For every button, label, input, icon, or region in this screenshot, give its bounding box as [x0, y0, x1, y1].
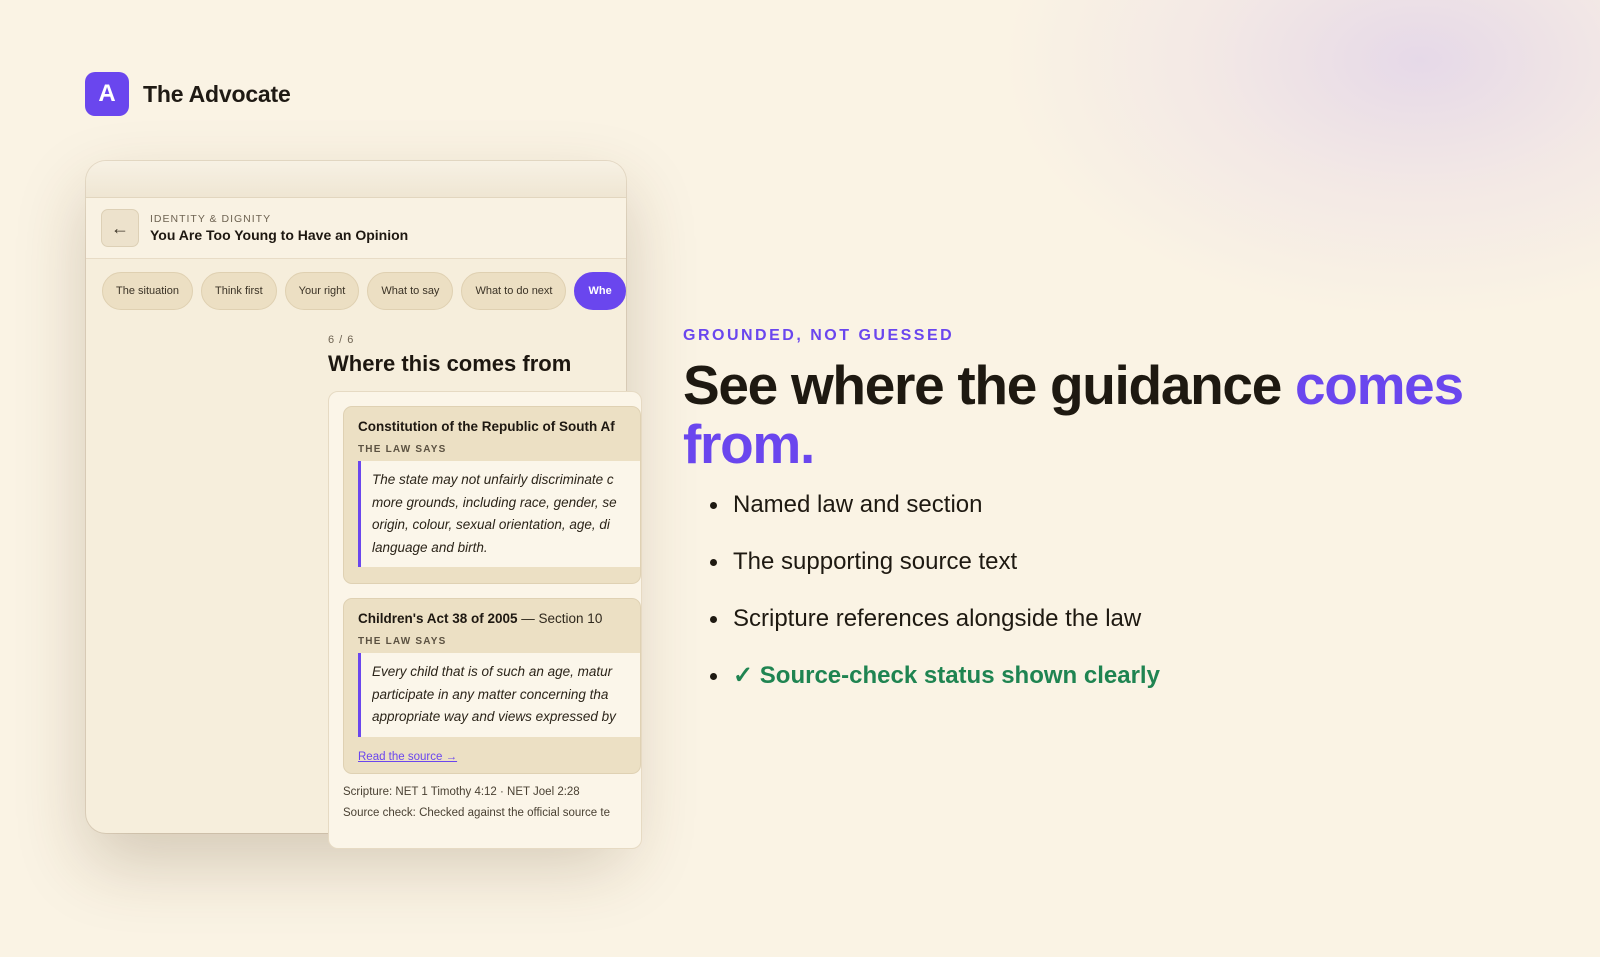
header-text: IDENTITY & DIGNITY You Are Too Young to …: [150, 213, 408, 243]
category-label: IDENTITY & DIGNITY: [150, 213, 272, 225]
feature-list: Named law and section The supporting sou…: [683, 490, 1160, 718]
app-window-bar: [86, 161, 626, 198]
step-indicator: 6 / 6: [328, 334, 355, 346]
law-quote: The state may not unfairly discriminate …: [358, 461, 640, 567]
headline-main: See where the guidance: [683, 354, 1295, 416]
source-card: Children's Act 38 of 2005 — Section 10 T…: [343, 598, 641, 774]
feature-item: The supporting source text: [683, 547, 1160, 604]
law-says-label: THE LAW SAYS: [358, 444, 447, 455]
source-card: Constitution of the Republic of South Af…: [343, 406, 641, 584]
tab-where-this-comes-from[interactable]: Whe: [574, 272, 626, 310]
sources-section: 6 / 6 Where this comes from Constitution…: [328, 334, 648, 849]
feature-item: Named law and section: [683, 490, 1160, 547]
feature-item-source-check: ✓ Source-check status shown clearly: [683, 661, 1160, 718]
source-check-status: Source check: Checked against the offici…: [343, 806, 610, 819]
app-header: ← IDENTITY & DIGNITY You Are Too Young t…: [86, 198, 626, 259]
quote-line: language and birth.: [372, 539, 488, 555]
headline: See where the guidance comes from.: [683, 356, 1473, 474]
quote-line: appropriate way and views expressed by: [372, 709, 616, 724]
quote-line: The state may not unfairly discriminate …: [372, 472, 614, 487]
brand-logo: A: [85, 72, 129, 116]
source-section: — Section 10: [521, 611, 603, 626]
eyebrow-label: GROUNDED, NOT GUESSED: [683, 327, 955, 344]
feature-item: Scripture references alongside the law: [683, 604, 1160, 661]
page-title: You Are Too Young to Have an Opinion: [150, 227, 409, 243]
quote-line: more grounds, including race, gender, se: [372, 494, 617, 510]
brand: A The Advocate: [85, 72, 291, 116]
read-source-link[interactable]: Read the source →: [358, 751, 640, 763]
tab-what-to-say[interactable]: What to say: [367, 272, 454, 310]
source-name: Constitution of the Republic of South Af: [358, 419, 615, 434]
brand-name: The Advocate: [143, 80, 291, 107]
tab-the-situation[interactable]: The situation: [102, 272, 193, 310]
back-arrow-icon[interactable]: ←: [101, 209, 139, 247]
scripture-references: Scripture: NET 1 Timothy 4:12 · NET Joel…: [343, 785, 580, 798]
law-says-label: THE LAW SAYS: [358, 636, 447, 647]
quote-line: Every child that is of such an age, matu…: [372, 664, 613, 679]
quote-line: participate in any matter concerning tha: [372, 686, 609, 702]
sources-panel: Constitution of the Republic of South Af…: [328, 391, 642, 849]
law-quote: Every child that is of such an age, matu…: [358, 653, 640, 737]
tab-what-to-do-next[interactable]: What to do next: [461, 272, 567, 310]
section-title: Where this comes from: [328, 351, 572, 376]
section-tabs: The situation Think first Your right Wha…: [86, 259, 626, 310]
quote-line: origin, colour, sexual orientation, age,…: [372, 517, 610, 532]
source-name: Children's Act 38 of 2005 — Section 10: [358, 611, 603, 626]
tab-think-first[interactable]: Think first: [200, 272, 277, 310]
tab-your-right[interactable]: Your right: [284, 272, 360, 310]
